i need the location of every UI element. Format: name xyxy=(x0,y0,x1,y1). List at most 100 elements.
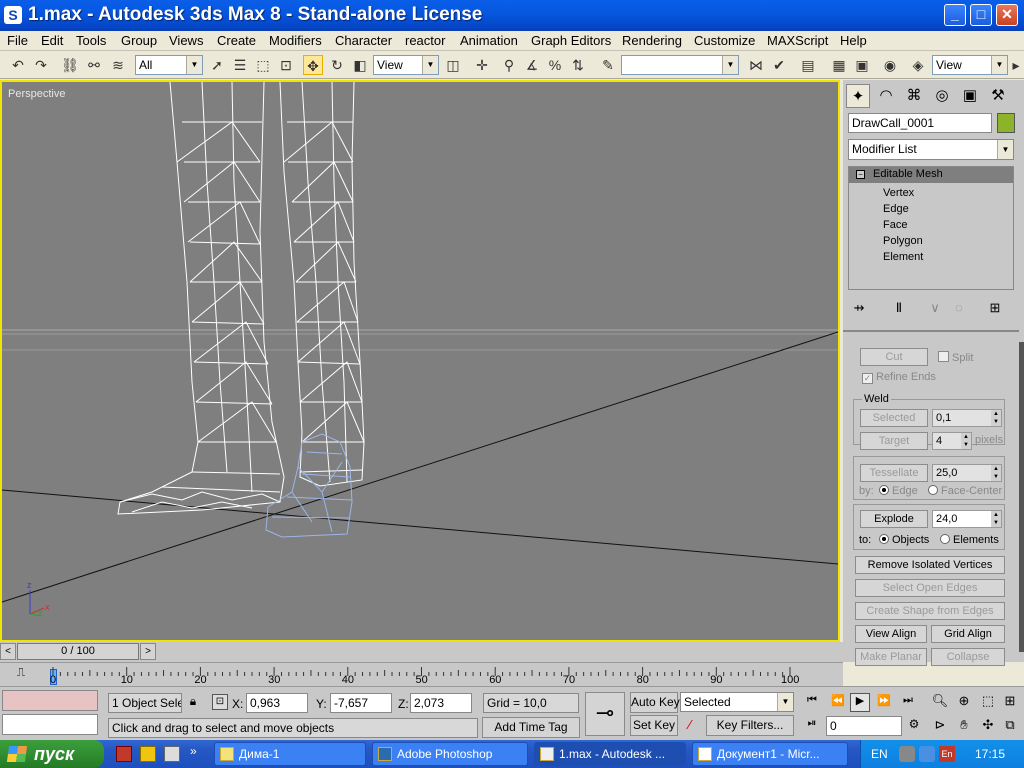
layer-manager-icon[interactable]: ▤ xyxy=(798,55,818,75)
explode-objects-radio[interactable]: Objects xyxy=(879,534,929,546)
collapse-button[interactable]: Collapse xyxy=(931,648,1005,666)
set-keys-key-icon[interactable]: ⊸ xyxy=(585,692,625,736)
language-indicator[interactable]: EN xyxy=(871,747,888,761)
remove-isolated-vertices-button[interactable]: Remove Isolated Vertices xyxy=(855,556,1005,574)
zoom-extents-icon[interactable]: ⬚ xyxy=(978,693,998,711)
motion-tab-icon[interactable]: ◎ xyxy=(930,84,954,108)
create-shape-from-edges-button[interactable]: Create Shape from Edges xyxy=(855,602,1005,620)
configure-modifier-sets-icon[interactable]: ⊞ xyxy=(987,300,1003,316)
cut-button[interactable]: Cut xyxy=(860,348,928,366)
time-slider-thumb[interactable]: 0 / 100 xyxy=(17,643,139,660)
undo-icon[interactable]: ↶ xyxy=(8,55,28,75)
object-name-field[interactable]: DrawCall_0001 xyxy=(848,113,992,133)
rectangular-selection-icon[interactable]: ⬚ xyxy=(253,55,273,75)
add-time-tag-button[interactable]: Add Time Tag xyxy=(482,717,580,738)
tray-security-icon[interactable] xyxy=(919,746,935,762)
curve-editor-icon[interactable]: ▦ xyxy=(829,55,849,75)
make-planar-button[interactable]: Make Planar xyxy=(855,648,927,666)
current-frame-field[interactable]: 0 xyxy=(826,716,902,736)
sub-object-element[interactable]: Element xyxy=(883,249,923,265)
percent-snap-icon[interactable]: % xyxy=(545,55,565,75)
bind-space-warp-icon[interactable]: ≋ xyxy=(108,55,128,75)
utilities-tab-icon[interactable]: ⚒ xyxy=(986,84,1010,108)
taskbar-item-folder[interactable]: Дима-1 xyxy=(214,742,366,766)
explode-elements-radio[interactable]: Elements xyxy=(940,534,999,546)
menu-group[interactable]: Group xyxy=(121,33,157,48)
object-color-swatch[interactable] xyxy=(997,113,1015,133)
tray-keyboard-icon[interactable]: En xyxy=(939,746,955,762)
modifier-list-dropdown[interactable]: Modifier List ▼ xyxy=(848,139,1014,160)
menu-customize[interactable]: Customize xyxy=(694,33,755,48)
minimize-button[interactable]: _ xyxy=(944,4,966,26)
hierarchy-tab-icon[interactable]: ⌘ xyxy=(902,84,926,108)
selection-filter-dropdown[interactable]: All ▼ xyxy=(135,55,203,75)
close-button[interactable]: ✕ xyxy=(996,4,1018,26)
z-coordinate-field[interactable]: 2,073 xyxy=(410,693,472,713)
window-crossing-icon[interactable]: ⊡ xyxy=(276,55,296,75)
select-and-rotate-icon[interactable]: ↻ xyxy=(327,55,347,75)
display-tab-icon[interactable]: ▣ xyxy=(958,84,982,108)
modify-tab-icon[interactable]: ◠ xyxy=(874,84,898,108)
set-key-button[interactable]: Set Key xyxy=(630,715,678,736)
material-editor-icon[interactable]: ◉ xyxy=(880,55,900,75)
zoom-icon[interactable]: 🔍︎ xyxy=(930,693,950,711)
sub-object-face[interactable]: Face xyxy=(883,217,923,233)
named-selection-sets-dropdown[interactable]: ▼ xyxy=(621,55,739,75)
render-type-dropdown[interactable]: View ▼ xyxy=(932,55,1008,75)
show-end-result-icon[interactable]: Ⅱ xyxy=(891,300,907,316)
explode-button[interactable]: Explode xyxy=(860,510,928,528)
field-of-view-icon[interactable]: ⊳ xyxy=(930,717,950,735)
pivot-center-icon[interactable]: ◫ xyxy=(443,55,463,75)
zoom-all-icon[interactable]: ⊕ xyxy=(954,693,974,711)
quick-launch-overflow-icon[interactable]: » xyxy=(190,744,197,758)
select-and-scale-icon[interactable]: ◧ xyxy=(350,55,370,75)
select-object-icon[interactable]: ➚ xyxy=(207,55,227,75)
view-align-button[interactable]: View Align xyxy=(855,625,927,643)
tray-network-icon[interactable] xyxy=(899,746,915,762)
menu-file[interactable]: File xyxy=(7,33,28,48)
weld-target-button[interactable]: Target xyxy=(860,432,928,450)
absolute-mode-transform-icon[interactable]: ⊡ xyxy=(212,694,228,710)
menu-views[interactable]: Views xyxy=(169,33,203,48)
spinner-arrows-icon[interactable]: ▲ ▼ xyxy=(991,465,1001,481)
taskbar-item-3dsmax[interactable]: 1.max - Autodesk ... xyxy=(534,742,686,766)
panel-scrollbar[interactable] xyxy=(1019,342,1024,652)
taskbar-item-photoshop[interactable]: Adobe Photoshop xyxy=(372,742,528,766)
quick-launch-folder-icon[interactable] xyxy=(140,746,156,762)
play-icon[interactable]: ▶ xyxy=(850,693,870,712)
sub-object-vertex[interactable]: Vertex xyxy=(883,185,923,201)
time-slider[interactable]: < 0 / 100 > xyxy=(0,642,843,662)
select-and-move-icon[interactable]: ✥ xyxy=(303,55,323,75)
next-key-icon[interactable]: ⏩ xyxy=(874,694,894,712)
previous-key-icon[interactable]: ⏪ xyxy=(828,694,848,712)
menu-reactor[interactable]: reactor xyxy=(405,33,445,48)
select-and-link-icon[interactable]: ⛓ xyxy=(60,55,80,75)
maxscript-listener-mini[interactable] xyxy=(2,690,98,711)
remove-modifier-icon[interactable]: ◌ xyxy=(951,300,967,316)
explode-angle-spinner[interactable]: 24,0 ▲ ▼ xyxy=(932,510,1002,528)
menu-edit[interactable]: Edit xyxy=(41,33,63,48)
unlink-icon[interactable]: ⚯ xyxy=(84,55,104,75)
next-frame-icon[interactable]: > xyxy=(140,643,156,660)
default-tangent-icon[interactable]: ⁄ xyxy=(682,717,698,735)
time-configuration-icon[interactable]: ⚙︎ xyxy=(904,717,924,735)
auto-key-button[interactable]: Auto Key xyxy=(630,692,680,713)
angle-snap-icon[interactable]: ∡ xyxy=(522,55,542,75)
key-filters-button[interactable]: Key Filters... xyxy=(706,715,794,736)
arc-rotate-icon[interactable]: ✣ xyxy=(978,717,998,735)
tessellate-tension-spinner[interactable]: 25,0 ▲ ▼ xyxy=(932,464,1002,482)
target-pixels-spinner[interactable]: 4 ▲ ▼ xyxy=(932,432,972,450)
app-icon[interactable]: S xyxy=(4,6,22,24)
edit-named-selection-icon[interactable]: ✎ xyxy=(598,55,618,75)
schematic-view-icon[interactable]: ▣ xyxy=(852,55,872,75)
y-coordinate-field[interactable]: -7,657 xyxy=(330,693,392,713)
grid-align-button[interactable]: Grid Align xyxy=(931,625,1005,643)
select-open-edges-button[interactable]: Select Open Edges xyxy=(855,579,1005,597)
go-to-end-icon[interactable]: ⏭ xyxy=(898,694,918,712)
reference-coordinate-dropdown[interactable]: View ▼ xyxy=(373,55,439,75)
align-icon[interactable]: ✔ xyxy=(769,55,789,75)
taskbar-item-word[interactable]: Документ1 - Micr... xyxy=(692,742,848,766)
start-button[interactable]: пуск xyxy=(0,740,104,768)
make-unique-icon[interactable]: ∨ xyxy=(927,300,943,316)
stack-root-row[interactable]: − Editable Mesh xyxy=(849,167,1013,183)
